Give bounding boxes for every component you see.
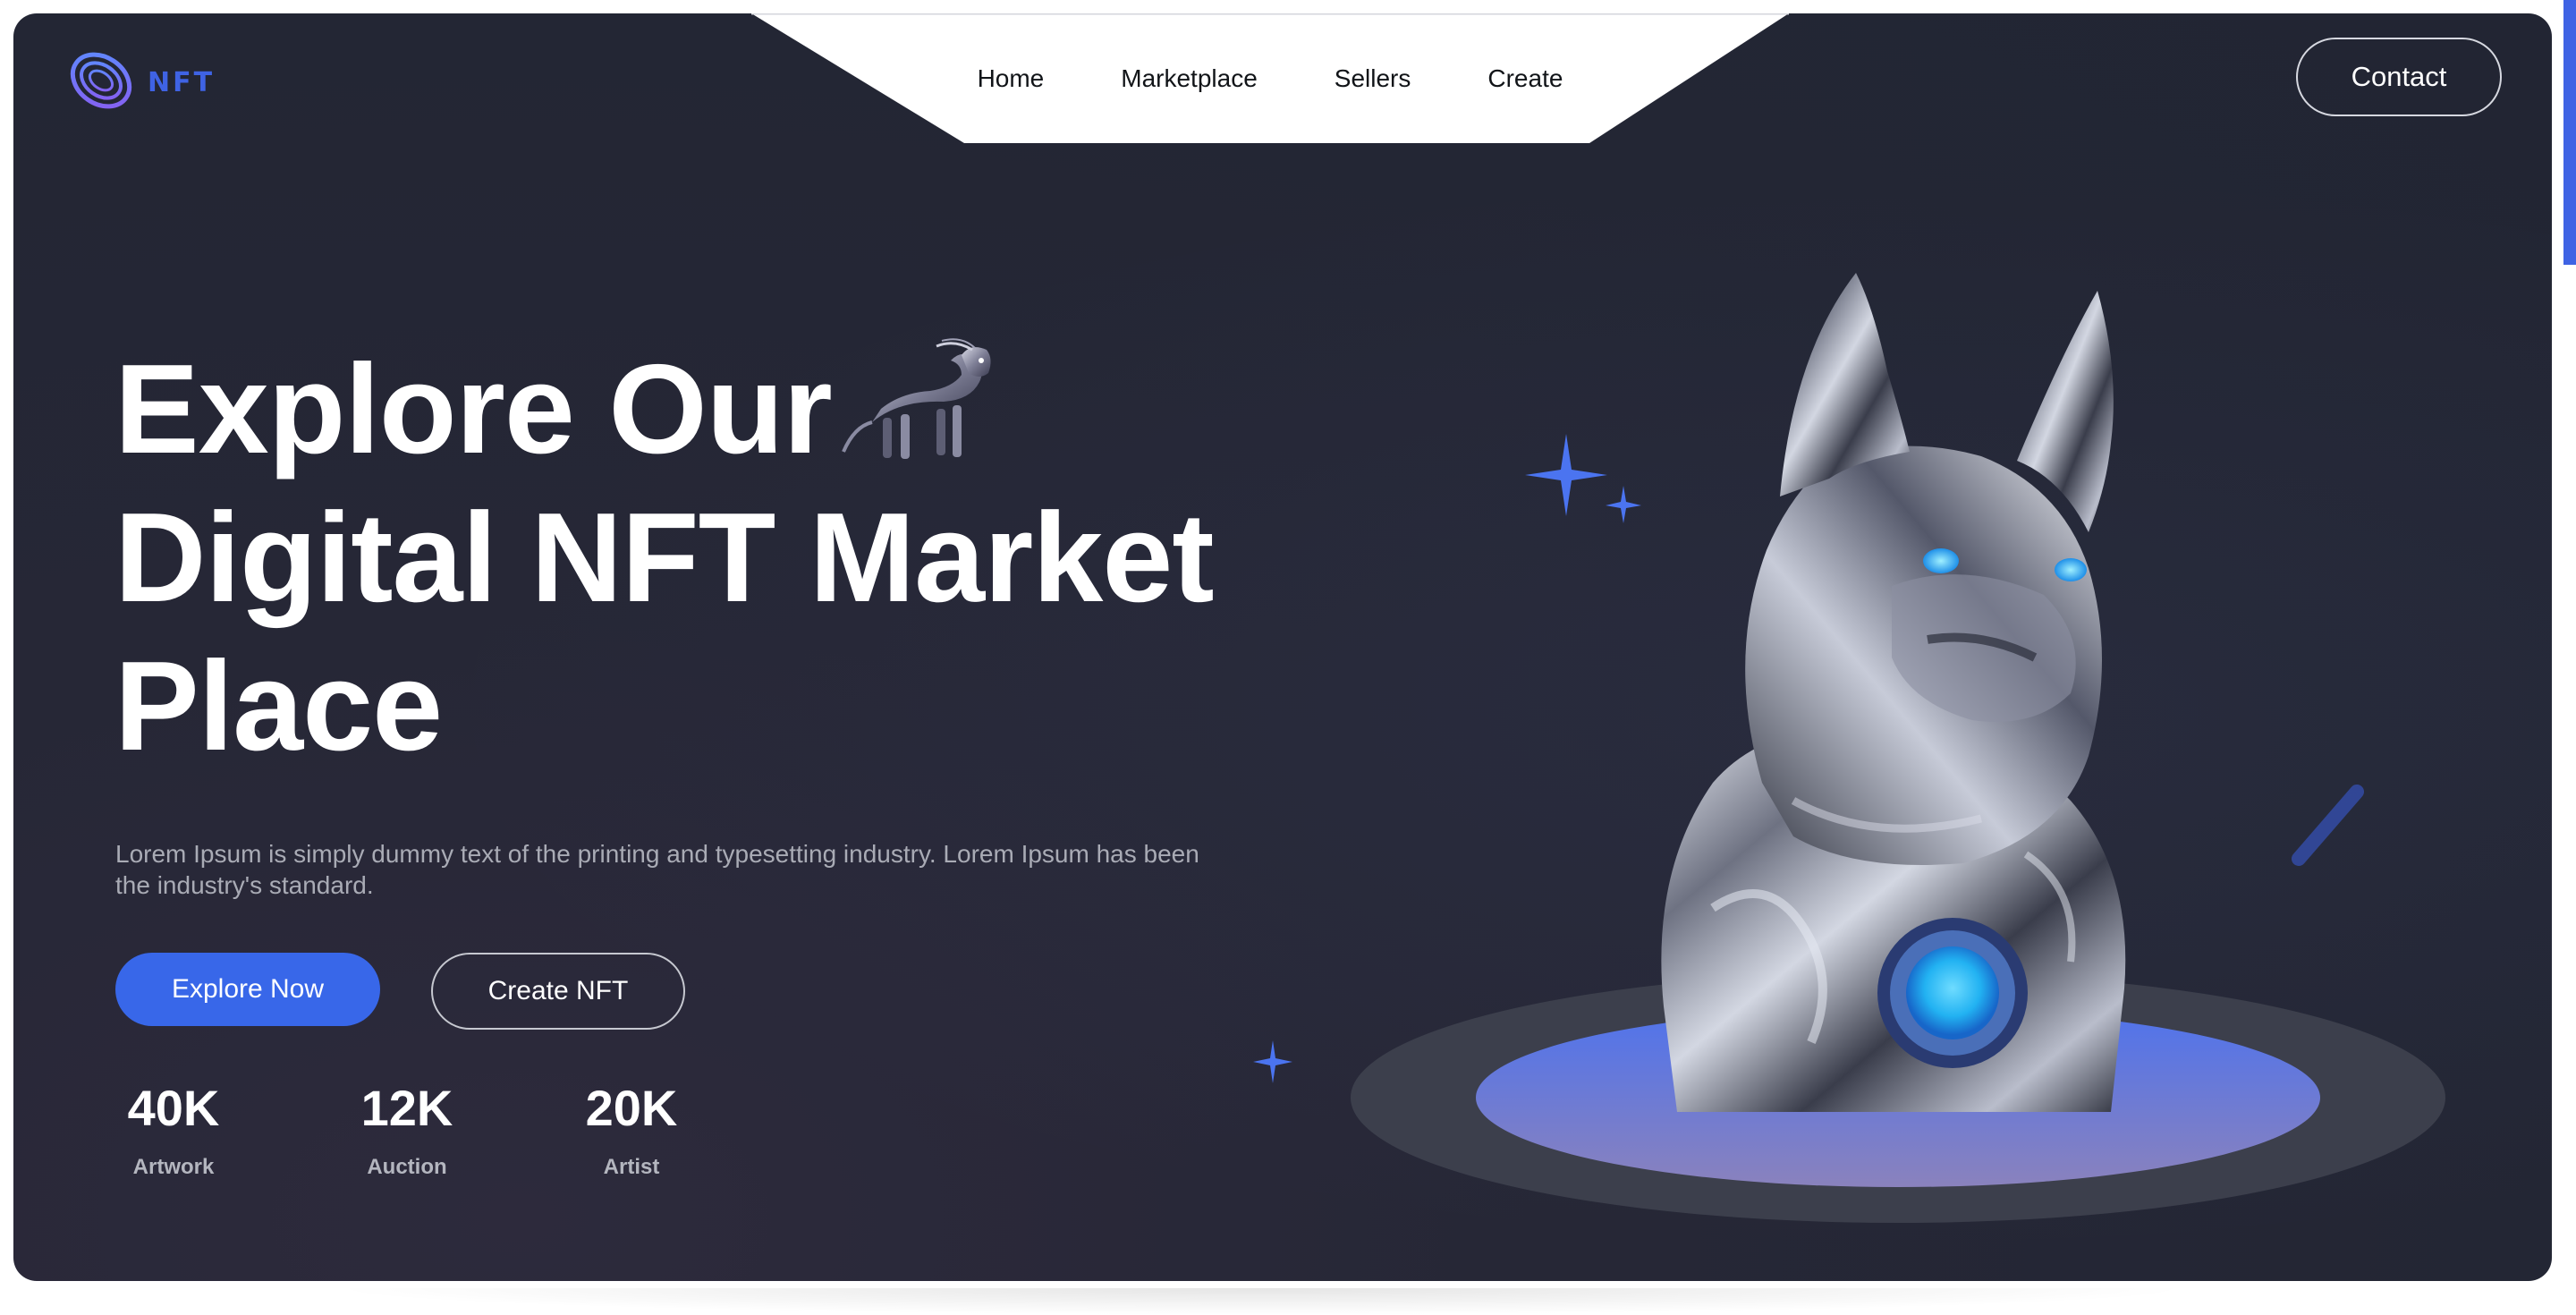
nav-sellers[interactable]: Sellers <box>1335 64 1411 93</box>
nav-marketplace[interactable]: Marketplace <box>1121 64 1258 93</box>
hero-section: NFT Contact Explore Our Digital NFT Mark… <box>13 13 2552 1281</box>
next-section-shadow <box>322 1288 2200 1315</box>
right-eye <box>2055 558 2087 581</box>
nft-artwork <box>1253 273 2445 1223</box>
nav-links: Home Marketplace Sellers Create <box>751 13 1789 143</box>
sparkle-icon <box>1253 434 1641 1083</box>
nav-create[interactable]: Create <box>1487 64 1563 93</box>
nav-home[interactable]: Home <box>978 64 1045 93</box>
chest-gem <box>1906 946 1999 1039</box>
scrollbar-thumb[interactable] <box>2563 0 2576 265</box>
top-navigation: Home Marketplace Sellers Create <box>751 13 1789 143</box>
left-eye <box>1923 548 1959 573</box>
light-streak <box>2292 785 2364 866</box>
chrome-dog-bust <box>1661 273 2126 1112</box>
